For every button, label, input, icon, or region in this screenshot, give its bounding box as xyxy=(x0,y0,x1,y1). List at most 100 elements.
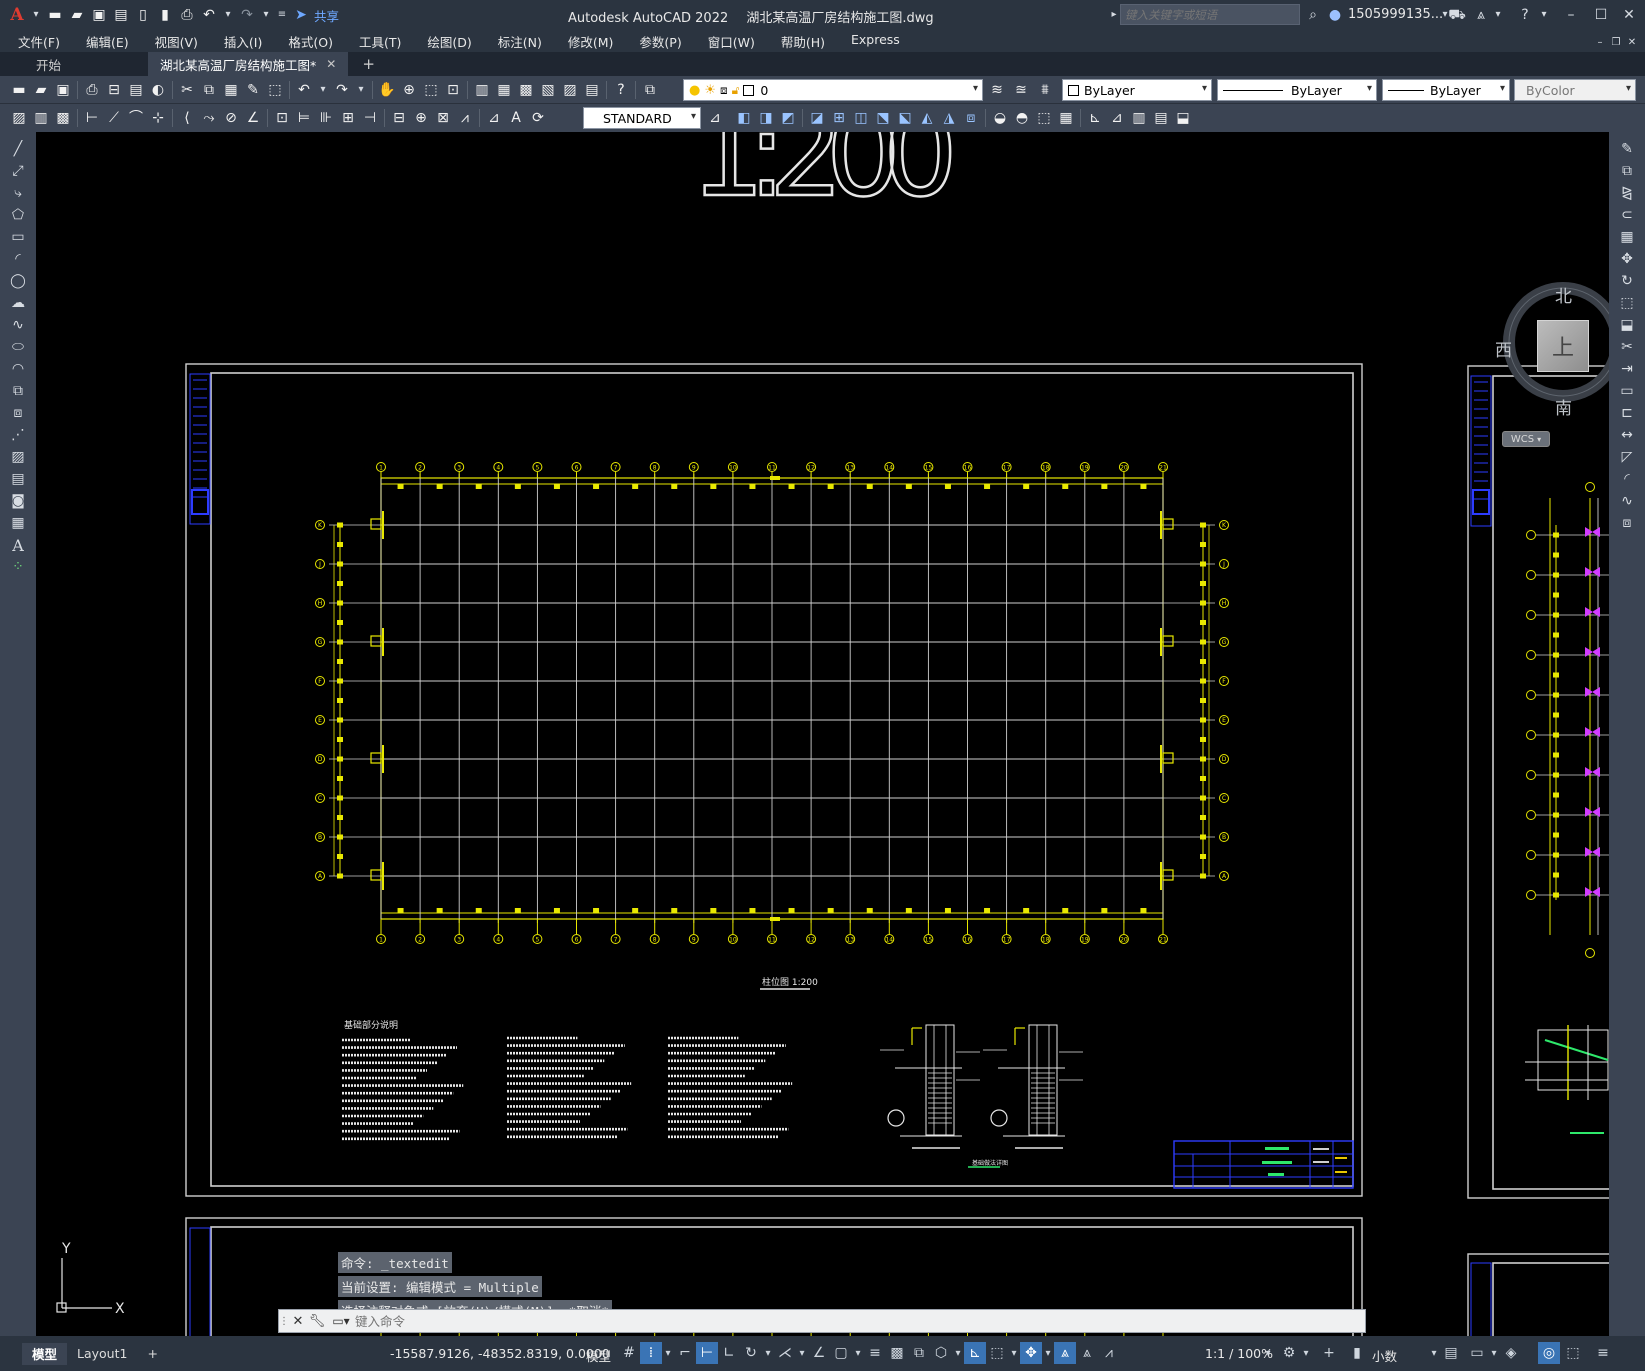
user-name[interactable]: 1505999135... xyxy=(1348,7,1443,22)
ucs-world-icon[interactable]: ⊿ xyxy=(1106,107,1128,129)
zoom-previous-icon[interactable]: ⊡ xyxy=(442,79,464,101)
undo-dropdown-icon[interactable]: ▾ xyxy=(220,4,236,26)
solid-cone-icon[interactable]: ◩ xyxy=(777,107,799,129)
layer-vp-icon[interactable]: ⧈ xyxy=(720,83,728,98)
undo-toolbar-dropdown-icon[interactable]: ▾ xyxy=(315,79,331,101)
menu-item[interactable]: 帮助(H) xyxy=(768,32,838,51)
dim-ordinate-icon[interactable]: ⊹ xyxy=(147,107,169,129)
doc-close-icon[interactable]: ✕ xyxy=(1624,32,1640,54)
stretch-icon[interactable]: ⬓ xyxy=(1609,314,1645,336)
maximize-icon[interactable]: ☐ xyxy=(1590,4,1612,26)
undo-toolbar-icon[interactable]: ↶ xyxy=(293,79,315,101)
table-icon[interactable]: ▦ xyxy=(0,512,36,534)
menu-item[interactable]: 参数(P) xyxy=(626,32,694,51)
gradient-icon[interactable]: ▤ xyxy=(0,468,36,490)
clean-screen-icon[interactable]: ⬚ xyxy=(1562,1342,1584,1364)
markup-icon[interactable]: ▨ xyxy=(559,79,581,101)
tab-close-icon[interactable]: ✕ xyxy=(326,57,336,71)
wcs-menu[interactable]: WCS ▾ xyxy=(1502,431,1550,447)
publish-icon[interactable]: ▮ xyxy=(154,4,176,26)
undo-icon[interactable]: ↶ xyxy=(198,4,220,26)
color-dropdown[interactable]: ByLayer ▾ xyxy=(1062,79,1212,101)
blend-curves-icon[interactable]: ∿ xyxy=(1609,490,1645,512)
dim-continue-icon[interactable]: ⊪ xyxy=(315,107,337,129)
break-icon[interactable]: ⊏ xyxy=(1609,402,1645,424)
annotation-visibility-icon[interactable]: ⩓ xyxy=(1054,1342,1076,1364)
help-icon[interactable]: ? xyxy=(1514,4,1536,26)
textstyle-dropdown[interactable]: STANDARD ▾ xyxy=(583,107,701,129)
dynamic-ucs-icon[interactable]: ⊾ xyxy=(964,1342,986,1364)
shade-icon[interactable]: ◓ xyxy=(1011,107,1033,129)
dim-aligned-icon[interactable]: ⟋ xyxy=(103,107,125,129)
copy-icon[interactable]: ⧉ xyxy=(198,79,220,101)
search-input[interactable] xyxy=(1125,7,1295,22)
explode-icon[interactable]: ⧈ xyxy=(1609,512,1645,534)
tolerance-icon[interactable]: ⊟ xyxy=(388,107,410,129)
tab-drawing[interactable]: 湖北某高温厂房结构施工图* ✕ xyxy=(148,52,349,76)
redo-toolbar-icon[interactable]: ↷ xyxy=(331,79,353,101)
match-properties-icon[interactable]: ✎ xyxy=(242,79,264,101)
search-box[interactable] xyxy=(1120,4,1300,25)
menu-item[interactable]: 格式(O) xyxy=(275,32,346,51)
new-tab-button[interactable]: + xyxy=(350,52,387,76)
command-grip-icon[interactable]: ⋮ xyxy=(279,1316,289,1327)
hardware-acceleration-icon[interactable]: ◎ xyxy=(1538,1342,1560,1364)
rectangle-icon[interactable]: ▭ xyxy=(0,226,36,248)
join-icon[interactable]: ↔ xyxy=(1609,424,1645,446)
ellipse-icon[interactable]: ⬭ xyxy=(0,336,36,358)
draw-order-icon[interactable]: ▨ xyxy=(8,107,30,129)
spline-icon[interactable]: ∿ xyxy=(0,314,36,336)
units-dropdown-icon[interactable]: ▾ xyxy=(1428,1342,1440,1364)
linetype-dropdown[interactable]: ByLayer ▾ xyxy=(1217,79,1377,101)
visual-style-icon[interactable]: ◒ xyxy=(989,107,1011,129)
region-icon[interactable]: ◙ xyxy=(0,490,36,512)
ucs-view-icon[interactable]: ▤ xyxy=(1150,107,1172,129)
object-snap-tracking-icon[interactable]: ∠ xyxy=(808,1342,830,1364)
layer-state-icon[interactable]: ⩩ xyxy=(1034,79,1056,101)
infer-constraints-icon[interactable]: ⌐ xyxy=(674,1342,696,1364)
dim-space-icon[interactable]: ⊞ xyxy=(337,107,359,129)
lock-ui-dropdown-icon[interactable]: ▾ xyxy=(1488,1342,1500,1364)
workspace-gear-icon[interactable]: ⚙ xyxy=(1278,1342,1300,1364)
save-icon[interactable]: ▣ xyxy=(88,4,110,26)
publish-toolbar-icon[interactable]: ▤ xyxy=(125,79,147,101)
add-selected-icon[interactable]: ⁘ xyxy=(0,556,36,578)
dim-text-edit-icon[interactable]: A xyxy=(505,107,527,129)
erase-icon[interactable]: ✎ xyxy=(1609,138,1645,160)
move-icon[interactable]: ✥ xyxy=(1609,248,1645,270)
dim-break-icon[interactable]: ⊣ xyxy=(359,107,381,129)
auto-scale-icon[interactable]: ⩓ xyxy=(1076,1342,1098,1364)
units-icon[interactable]: ▮ xyxy=(1346,1342,1368,1364)
inspect-icon[interactable]: ⊠ xyxy=(432,107,454,129)
qnew-icon[interactable]: ▬ xyxy=(8,79,30,101)
insert-block-icon[interactable]: ⧉ xyxy=(0,380,36,402)
grid-icon[interactable]: # xyxy=(618,1342,640,1364)
presspull-icon[interactable]: ⊞ xyxy=(828,107,850,129)
design-center-icon[interactable]: ▦ xyxy=(493,79,515,101)
viewcube[interactable]: 上 北 南 西 东 xyxy=(1495,280,1609,419)
doc-minimize-icon[interactable]: – xyxy=(1592,32,1608,54)
sheet-set-icon[interactable]: ▧ xyxy=(537,79,559,101)
menu-item[interactable]: Express xyxy=(838,32,913,51)
workspace-dropdown-icon[interactable]: ▾ xyxy=(1300,1342,1312,1364)
minimize-icon[interactable]: – xyxy=(1560,4,1582,26)
cart-icon[interactable]: ⛟ xyxy=(1446,4,1468,26)
plot-toolbar-icon[interactable]: ⎙ xyxy=(81,79,103,101)
save-as-icon[interactable]: ▤ xyxy=(110,4,132,26)
command-line[interactable]: ⋮ ✕ 🔧︎ ▭▾ xyxy=(278,1309,1366,1333)
arc-icon[interactable]: ◜ xyxy=(0,248,36,270)
search-icon[interactable]: ⌕ xyxy=(1302,4,1324,26)
help-menu-icon[interactable]: ▾ xyxy=(1536,4,1552,26)
construction-line-icon[interactable]: ⤢ xyxy=(0,160,36,182)
circle-icon[interactable]: ◯ xyxy=(0,270,36,292)
isodraft-dropdown-icon[interactable]: ▾ xyxy=(796,1342,808,1364)
offset-icon[interactable]: ⊂ xyxy=(1609,204,1645,226)
paste-icon[interactable]: ▦ xyxy=(220,79,242,101)
app-menu-icon[interactable]: A xyxy=(6,4,28,26)
menu-item[interactable]: 窗口(W) xyxy=(695,32,768,51)
snap-icon[interactable]: ⁞ xyxy=(640,1342,662,1364)
lineweight-icon[interactable]: ≡ xyxy=(864,1342,886,1364)
layer-dropdown[interactable]: ● ☀ ⧈ 🔓︎ 0 ▾ xyxy=(683,79,983,101)
solid-box-icon[interactable]: ◧ xyxy=(733,107,755,129)
snap-dropdown-icon[interactable]: ▾ xyxy=(662,1342,674,1364)
